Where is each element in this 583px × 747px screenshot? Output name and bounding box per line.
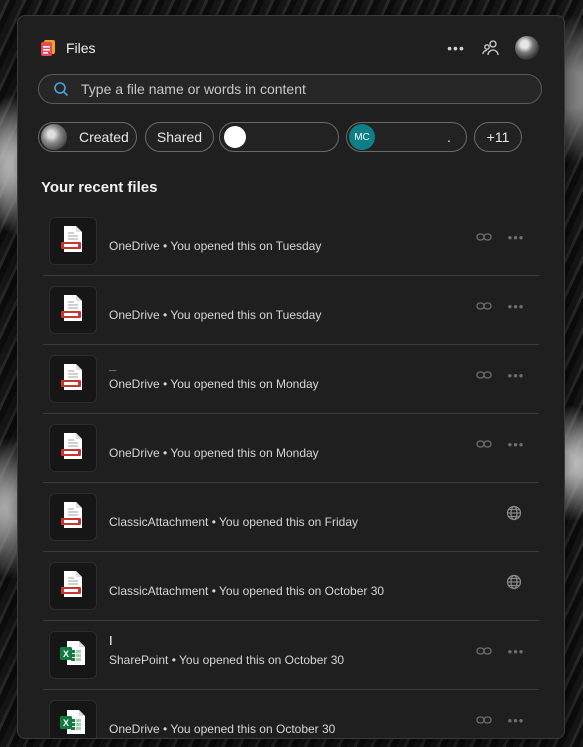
link-icon[interactable]: [473, 642, 495, 660]
files-panel: Files ••• Created Shared: [17, 15, 565, 739]
chip-avatar: MC: [349, 124, 375, 150]
file-meta: SharePoint • You opened this on October …: [109, 653, 345, 667]
svg-text:X: X: [63, 649, 69, 659]
file-type-icon-box: [49, 493, 97, 541]
pdf-icon: [60, 363, 86, 396]
user-avatar[interactable]: [515, 36, 539, 60]
pdf-icon: [60, 570, 86, 603]
file-type-icon-box: [49, 217, 97, 265]
excel-icon: X: [59, 708, 87, 739]
file-name: [109, 288, 369, 302]
globe-icon[interactable]: [503, 504, 525, 522]
file-row[interactable]: X OneDrive • You opened this on October …: [43, 690, 539, 739]
excel-icon: X: [59, 639, 87, 672]
more-icon: •••: [447, 40, 465, 56]
file-row[interactable]: _ OneDrive • You opened this on Monday •…: [43, 345, 539, 414]
file-name: _: [109, 357, 117, 371]
more-icon[interactable]: •••: [505, 297, 527, 315]
more-options-button[interactable]: •••: [443, 36, 469, 60]
file-type-icon-box: [49, 424, 97, 472]
file-meta: OneDrive • You opened this on Monday: [109, 446, 319, 460]
search-box[interactable]: [38, 74, 542, 104]
file-name: [109, 219, 369, 233]
chip-label: Shared: [156, 129, 203, 145]
file-meta: ClassicAttachment • You opened this on F…: [109, 515, 359, 529]
search-input[interactable]: [79, 80, 541, 98]
pdf-icon: [60, 501, 86, 534]
chip-label: +11: [486, 129, 510, 145]
file-row[interactable]: OneDrive • You opened this on Monday •••: [43, 414, 539, 483]
chip-person-mc[interactable]: MC .: [346, 122, 467, 152]
file-meta: ClassicAttachment • You opened this on O…: [109, 584, 385, 598]
link-icon[interactable]: [473, 435, 495, 453]
chip-shared[interactable]: Shared: [145, 122, 214, 152]
file-meta: OneDrive • You opened this on Monday: [109, 377, 319, 391]
pdf-icon: [60, 294, 86, 327]
file-type-icon-box: [49, 355, 97, 403]
panel-header: Files •••: [18, 16, 564, 76]
file-row[interactable]: OneDrive • You opened this on Tuesday ••…: [43, 207, 539, 276]
chip-label: .: [447, 129, 451, 145]
people-button[interactable]: [478, 36, 504, 60]
file-meta: OneDrive • You opened this on Tuesday: [109, 308, 322, 322]
file-type-icon-box: [49, 562, 97, 610]
file-type-icon-box: [49, 286, 97, 334]
more-icon[interactable]: •••: [505, 366, 527, 384]
file-row[interactable]: ClassicAttachment • You opened this on F…: [43, 483, 539, 552]
file-name: I: [109, 633, 113, 647]
section-title: Your recent files: [41, 179, 158, 196]
files-app-icon: [39, 39, 57, 57]
link-icon[interactable]: [473, 711, 495, 729]
file-type-icon-box: X: [49, 700, 97, 739]
link-icon[interactable]: [473, 297, 495, 315]
more-icon[interactable]: •••: [505, 642, 527, 660]
panel-title: Files: [66, 40, 96, 56]
svg-text:X: X: [63, 718, 69, 728]
more-icon[interactable]: •••: [505, 435, 527, 453]
file-name: [109, 426, 369, 440]
file-row[interactable]: X I SharePoint • You opened this on Octo…: [43, 621, 539, 690]
globe-icon[interactable]: [503, 573, 525, 591]
more-icon[interactable]: •••: [505, 711, 527, 729]
filter-chips: Created Shared MC . +11: [38, 122, 548, 154]
file-name: [109, 495, 369, 509]
search-icon: [54, 82, 69, 97]
file-name: [109, 564, 369, 578]
file-row[interactable]: ClassicAttachment • You opened this on O…: [43, 552, 539, 621]
chip-created[interactable]: Created: [38, 122, 137, 152]
chip-more[interactable]: +11: [474, 122, 522, 152]
recent-files-list: OneDrive • You opened this on Tuesday ••…: [43, 207, 539, 739]
file-name: [109, 702, 369, 716]
pdf-icon: [60, 225, 86, 258]
people-icon: [482, 40, 499, 56]
chip-avatar: [224, 126, 246, 148]
link-icon[interactable]: [473, 366, 495, 384]
file-row[interactable]: OneDrive • You opened this on Tuesday ••…: [43, 276, 539, 345]
link-icon[interactable]: [473, 228, 495, 246]
pdf-icon: [60, 432, 86, 465]
chip-avatar: [41, 124, 67, 150]
file-meta: OneDrive • You opened this on Tuesday: [109, 239, 322, 253]
chip-label: Created: [79, 129, 129, 145]
more-icon[interactable]: •••: [505, 228, 527, 246]
file-type-icon-box: X: [49, 631, 97, 679]
file-meta: OneDrive • You opened this on October 30: [109, 722, 336, 736]
chip-person[interactable]: [219, 122, 339, 152]
